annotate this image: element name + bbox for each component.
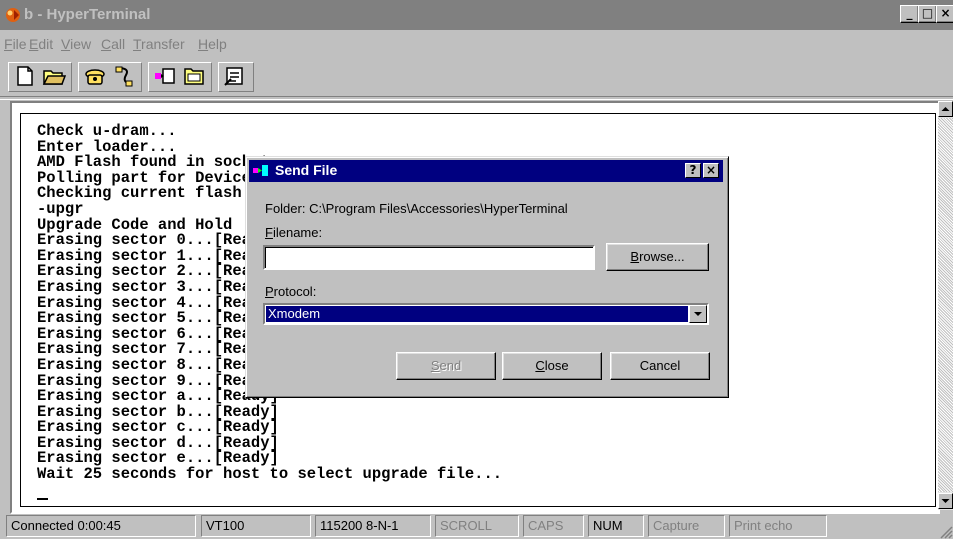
open-folder-icon[interactable] bbox=[42, 65, 66, 87]
arrow-up-icon bbox=[941, 107, 950, 111]
minimize-button[interactable]: _ bbox=[900, 5, 919, 23]
receive-icon[interactable] bbox=[182, 65, 206, 87]
menu-edit[interactable]: Edit bbox=[29, 36, 53, 52]
send-button[interactable]: Send bbox=[396, 352, 496, 380]
filename-input[interactable] bbox=[263, 245, 595, 270]
status-scroll: SCROLL bbox=[435, 515, 519, 537]
toolbar-separator bbox=[0, 96, 953, 100]
disconnect-phone-icon[interactable] bbox=[112, 65, 136, 87]
status-connected: Connected 0:00:45 bbox=[6, 515, 196, 537]
dialog-title: Send File bbox=[275, 162, 338, 178]
terminal-line: Wait 25 seconds for host to select upgra… bbox=[37, 465, 503, 484]
menu-transfer[interactable]: Transfer bbox=[133, 36, 185, 52]
title-bar[interactable]: b - HyperTerminal _ □ × bbox=[0, 0, 953, 30]
status-caps: CAPS bbox=[523, 515, 584, 537]
new-document-icon[interactable] bbox=[13, 65, 37, 87]
menu-file[interactable]: File bbox=[4, 36, 27, 52]
send-icon[interactable] bbox=[153, 65, 177, 87]
close-dialog-button[interactable]: Close bbox=[502, 352, 602, 380]
menu-view[interactable]: View bbox=[61, 36, 91, 52]
menu-call[interactable]: Call bbox=[101, 36, 125, 52]
status-settings: 115200 8-N-1 bbox=[315, 515, 431, 537]
folder-path: Folder: C:\Program Files\Accessories\Hyp… bbox=[265, 201, 568, 216]
dialog-close-button[interactable]: × bbox=[703, 163, 719, 178]
dialog-title-bar[interactable]: Send File ? × bbox=[249, 160, 723, 182]
arrow-down-icon bbox=[941, 499, 950, 503]
cancel-button[interactable]: Cancel bbox=[610, 352, 710, 380]
chevron-down-icon bbox=[694, 312, 702, 316]
scroll-up-button[interactable] bbox=[938, 101, 953, 117]
help-button[interactable]: ? bbox=[685, 163, 701, 178]
hyperterminal-app-icon[interactable] bbox=[4, 6, 22, 24]
hyperterminal-window: b - HyperTerminal _ □ × File Edit View C… bbox=[0, 0, 953, 539]
filename-label: Filename: bbox=[265, 225, 323, 240]
scroll-track[interactable] bbox=[938, 118, 953, 492]
menu-help[interactable]: Help bbox=[198, 36, 227, 52]
dropdown-button[interactable] bbox=[689, 305, 707, 323]
status-capture: Capture bbox=[648, 515, 725, 537]
properties-icon[interactable] bbox=[223, 65, 247, 87]
status-bar: Connected 0:00:45 VT100 115200 8-N-1 SCR… bbox=[0, 513, 953, 539]
scroll-down-button[interactable] bbox=[938, 493, 953, 509]
close-button[interactable]: × bbox=[936, 5, 953, 23]
maximize-button[interactable]: □ bbox=[918, 5, 937, 23]
send-file-dialog: Send File ? × Folder: C:\Program Files\A… bbox=[245, 156, 729, 398]
resize-grip-icon[interactable] bbox=[939, 525, 953, 539]
protocol-label: Protocol: bbox=[265, 284, 317, 299]
text-cursor bbox=[37, 498, 48, 500]
menu-bar: File Edit View Call Transfer Help bbox=[0, 33, 953, 55]
status-num: NUM bbox=[588, 515, 644, 537]
browse-button[interactable]: Browse... bbox=[606, 243, 709, 271]
window-title: b - HyperTerminal bbox=[24, 6, 151, 23]
connect-phone-icon[interactable] bbox=[83, 65, 107, 87]
status-print-echo: Print echo bbox=[729, 515, 827, 537]
vertical-scrollbar[interactable] bbox=[938, 101, 953, 510]
send-file-icon bbox=[253, 165, 268, 176]
status-emulation: VT100 bbox=[201, 515, 311, 537]
protocol-select[interactable]: Xmodem bbox=[263, 303, 709, 325]
protocol-selected-value: Xmodem bbox=[266, 306, 688, 322]
